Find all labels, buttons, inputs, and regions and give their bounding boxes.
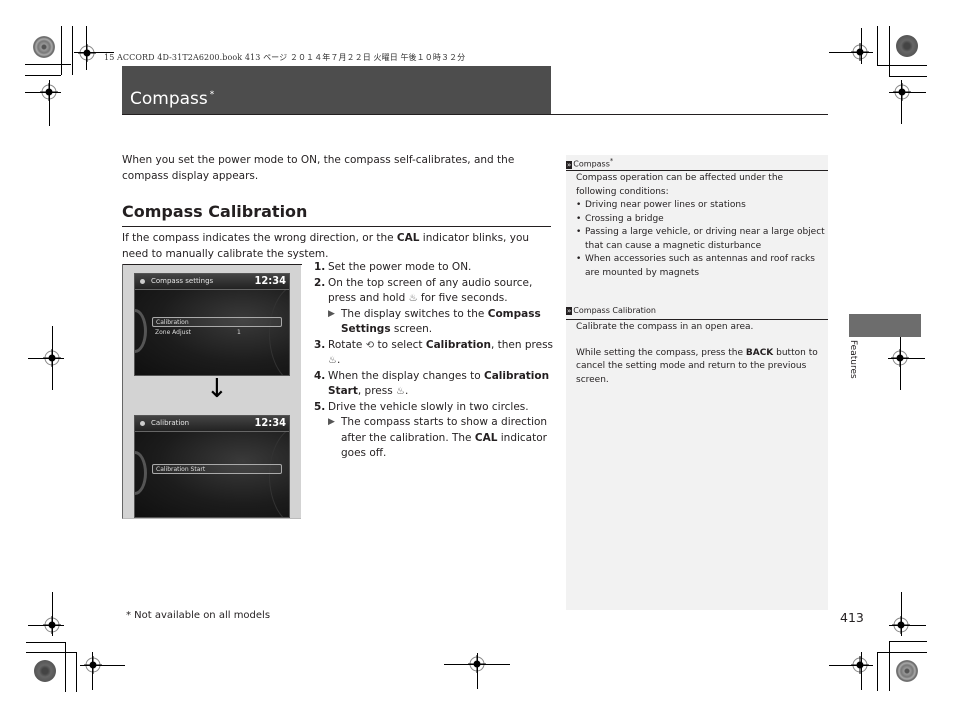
step-2-result: ▶ The display switches to the Compass Set…	[328, 307, 541, 336]
registration-rosette-icon	[33, 36, 55, 58]
result-arrow-icon: ▶	[328, 417, 335, 427]
registration-rosette-icon	[34, 660, 56, 682]
footnote: * Not available on all models	[126, 610, 271, 621]
note-body-compass: Compass operation can be affected under …	[576, 172, 826, 280]
note-body-calibration: Calibrate the compass in an open area. W…	[576, 321, 826, 387]
step-5: 5. Drive the vehicle slowly in two circle…	[314, 400, 529, 413]
subsection-heading: Compass Calibration	[122, 202, 308, 221]
note-intro: Compass operation can be affected under …	[576, 173, 784, 197]
note-heading-compass-calibration[interactable]: » Compass Calibration	[566, 306, 656, 315]
intro-text: When you set the power mode to ON, the c…	[122, 154, 515, 182]
section-title: Compass *	[130, 89, 215, 109]
list-item: Crossing a bridge	[576, 213, 826, 227]
screen-clock: 12:34	[254, 274, 286, 287]
crosshair-icon	[78, 44, 96, 62]
note-divider	[566, 170, 828, 171]
registration-rosette-icon	[896, 660, 918, 682]
step-3: 3. Rotate ⟲ to select Calibration, then p…	[314, 338, 554, 369]
step-2: 2. On the top screen of any audio source,…	[314, 276, 554, 307]
result-arrow-icon: ▶	[328, 308, 335, 319]
step-list: 1. Set the power mode to ON. 2. On the top…	[314, 260, 554, 462]
screen-title: Compass settings	[151, 277, 214, 285]
note-divider	[566, 319, 828, 320]
footnote-marker: *	[209, 90, 215, 100]
chapter-tab-label: Features	[848, 340, 858, 379]
selector-knob-rotate-icon: ⟲	[365, 339, 375, 351]
cross-reference-icon: »	[566, 307, 573, 315]
compass-settings-screen: Compass settings 12:34 Calibration Zone …	[134, 273, 290, 376]
note-heading-compass[interactable]: » Compass*	[566, 157, 613, 169]
list-item: Passing a large vehicle, or driving near…	[576, 226, 826, 253]
page-number: 413	[840, 610, 864, 625]
menu-dot-icon	[140, 421, 145, 426]
step-5-result: ▶ The compass starts to show a direction …	[328, 416, 548, 459]
menu-item-zone-adjust[interactable]: Zone Adjust 1	[152, 328, 282, 338]
menu-item-calibration[interactable]: Calibration	[152, 317, 282, 327]
selector-knob-press-icon: ♨	[408, 293, 418, 304]
step-4: 4. When the display changes to Calibratio…	[314, 369, 554, 400]
down-arrow-icon: ↓	[206, 374, 228, 404]
heading-divider	[122, 226, 551, 227]
selector-knob-press-icon: ♨	[396, 386, 406, 397]
registration-rosette-icon	[896, 35, 918, 57]
calibration-screen: Calibration 12:34 Calibration Start	[134, 415, 290, 518]
note-paragraph: While setting the compass, press the BAC…	[576, 347, 818, 385]
chapter-tab[interactable]	[849, 314, 921, 337]
step-1: 1. Set the power mode to ON.	[314, 261, 472, 273]
screen-figure: Compass settings 12:34 Calibration Zone …	[122, 264, 302, 519]
conditions-list: Driving near power lines or stations Cro…	[576, 199, 826, 280]
list-item: Driving near power lines or stations	[576, 199, 826, 213]
menu-dot-icon	[140, 279, 145, 284]
list-item: When accessories such as antennas and ro…	[576, 253, 826, 280]
screen-clock: 12:34	[254, 416, 286, 429]
note-paragraph: Calibrate the compass in an open area.	[576, 322, 754, 332]
menu-item-calibration-start[interactable]: Calibration Start	[152, 464, 282, 474]
calibration-intro: If the compass indicates the wrong direc…	[122, 232, 530, 260]
screen-title: Calibration	[151, 419, 190, 427]
title-divider	[122, 114, 828, 115]
selector-knob-press-icon: ♨	[328, 355, 337, 366]
cross-reference-icon: »	[566, 160, 573, 169]
print-header: 15 ACCORD 4D-31T2A6200.book 413 ページ ２０１４…	[104, 53, 466, 62]
